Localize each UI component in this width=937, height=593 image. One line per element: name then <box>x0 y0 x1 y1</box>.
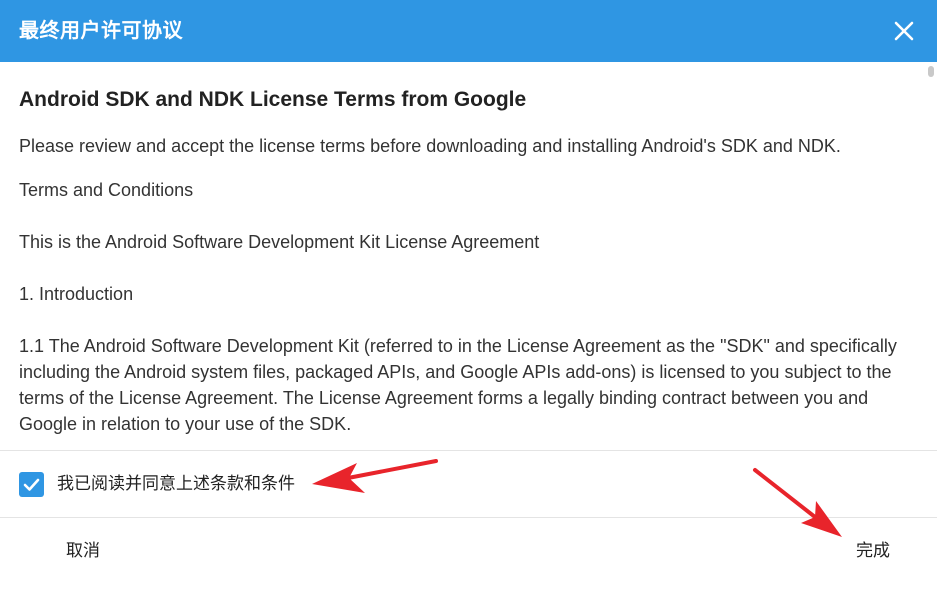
agreement-title-text: This is the Android Software Development… <box>19 232 540 252</box>
dialog-title: 最终用户许可协议 <box>19 20 183 42</box>
terms-heading-text: Terms and Conditions <box>19 180 194 200</box>
red-arrow-icon <box>312 459 438 493</box>
agree-checkbox[interactable] <box>19 472 44 497</box>
dialog-titlebar: 最终用户许可协议 <box>0 0 937 62</box>
license-dialog: 最终用户许可协议 Android SDK and NDK License Ter… <box>0 0 937 593</box>
agree-label[interactable]: 我已阅读并同意上述条款和条件 <box>57 473 295 495</box>
scrollbar-thumb[interactable] <box>928 66 934 77</box>
close-icon <box>894 21 914 41</box>
section-body-text: 1.1 The Android Software Development Kit… <box>19 336 897 434</box>
content-scrollbar[interactable] <box>926 62 937 450</box>
footer-divider <box>0 517 937 518</box>
section-heading-text: 1. Introduction <box>19 284 134 304</box>
license-intro-text: Please review and accept the license ter… <box>19 136 841 156</box>
license-content[interactable]: Android SDK and NDK License Terms from G… <box>0 62 926 450</box>
license-heading: Android SDK and NDK License Terms from G… <box>19 88 527 111</box>
cancel-button[interactable]: 取消 <box>66 540 100 562</box>
checkmark-icon <box>23 478 40 491</box>
red-arrow-icon <box>753 468 842 537</box>
close-button[interactable] <box>890 17 918 45</box>
done-button[interactable]: 完成 <box>856 540 890 562</box>
content-divider <box>0 450 937 451</box>
